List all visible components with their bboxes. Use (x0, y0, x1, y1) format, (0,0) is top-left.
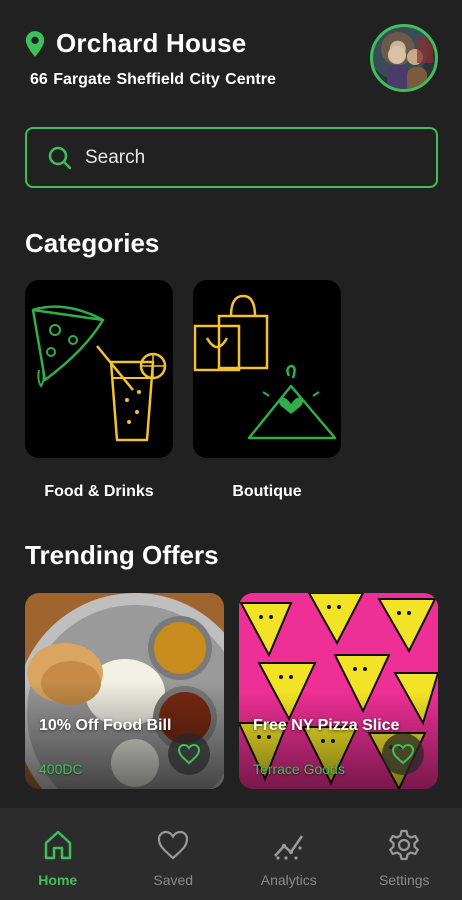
search-input[interactable]: Search (85, 147, 145, 169)
location-name: Orchard House (56, 28, 247, 58)
shopping-bag-hanger-illustration-icon (193, 294, 337, 440)
nav-item-analytics[interactable]: Analytics (239, 828, 339, 888)
trending-heading: Trending Offers (25, 540, 219, 570)
search-bar[interactable]: Search (25, 127, 438, 188)
user-avatar[interactable] (370, 24, 438, 92)
location-pin-icon (25, 30, 45, 57)
offer-vendor: Terrace Goods (253, 761, 345, 777)
nav-item-saved[interactable]: Saved (123, 828, 223, 888)
analytics-icon (273, 835, 303, 860)
nav-label-saved: Saved (153, 872, 194, 888)
nav-label-home: Home (38, 872, 78, 888)
heart-icon (391, 743, 415, 765)
nav-item-home[interactable]: Home (8, 828, 108, 888)
gear-icon (389, 829, 420, 861)
offer-vendor: 400DC (39, 761, 83, 777)
category-card-boutique[interactable] (193, 280, 341, 458)
nav-label-settings: Settings (378, 872, 430, 888)
offer-title: Free NY Pizza Slice (253, 717, 400, 734)
nav-item-settings[interactable]: Settings (354, 828, 454, 888)
search-icon (48, 146, 72, 169)
category-label-boutique: Boutique (232, 483, 302, 500)
pizza-drink-illustration-icon (31, 305, 167, 442)
location-header: Orchard House 66 Fargate Sheffield City … (24, 24, 438, 98)
heart-icon (158, 830, 189, 860)
categories-heading: Categories (25, 228, 160, 258)
offer-card-pizza-slice[interactable]: Free NY Pizza Slice Terrace Goods (239, 593, 438, 789)
offer-title: 10% Off Food Bill (39, 717, 172, 734)
save-offer-button[interactable] (382, 733, 424, 775)
heart-icon (177, 743, 201, 765)
home-icon (44, 830, 71, 860)
nav-label-analytics: Analytics (260, 872, 317, 888)
bottom-navigation: Home Saved Analytics Settings (0, 808, 462, 900)
category-label-food-drinks: Food & Drinks (44, 483, 154, 500)
offer-card-food-bill[interactable]: 10% Off Food Bill 400DC (25, 593, 224, 789)
category-card-food-drinks[interactable] (25, 280, 173, 458)
save-offer-button[interactable] (168, 733, 210, 775)
